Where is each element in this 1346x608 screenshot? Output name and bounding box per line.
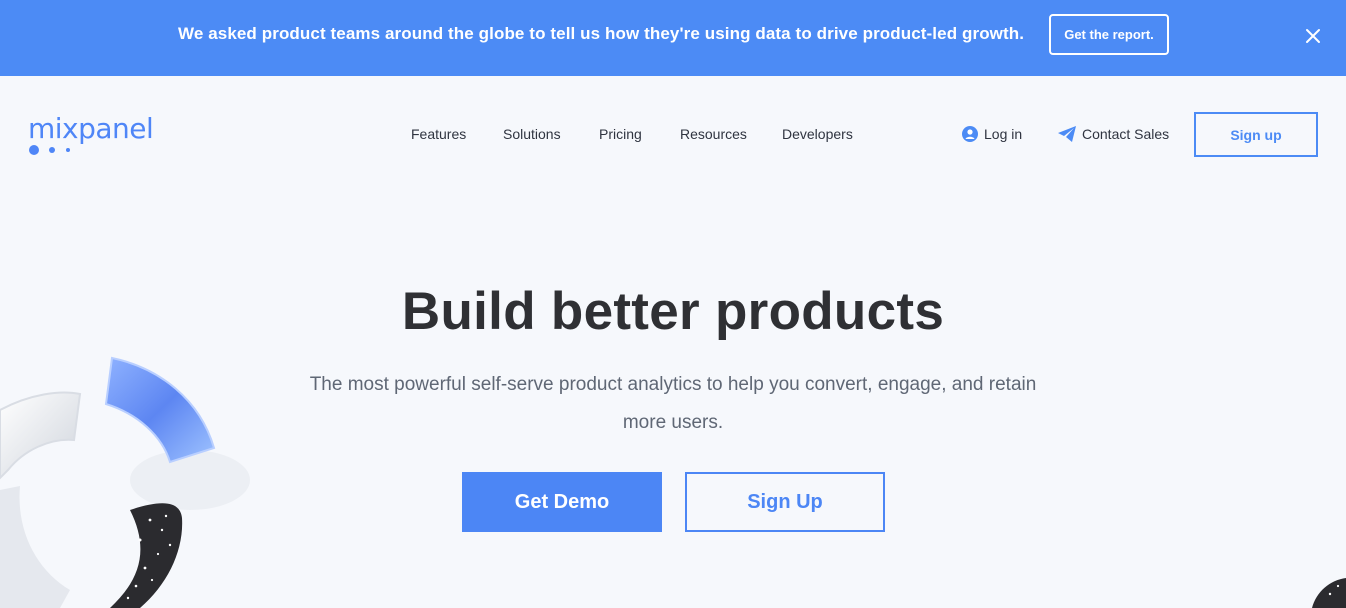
logo-text: mixpanel xyxy=(28,112,154,145)
nav-pricing[interactable]: Pricing xyxy=(599,126,642,142)
contact-sales-label: Contact Sales xyxy=(1082,126,1170,142)
mixpanel-logo[interactable]: mixpanel xyxy=(28,112,158,160)
header-signup-button[interactable]: Sign up xyxy=(1194,112,1318,157)
login-link[interactable]: Log in xyxy=(962,126,1022,142)
decorative-corner-shape xyxy=(1312,578,1346,608)
hero-subtitle-line1: The most powerful self-serve product ana… xyxy=(309,374,1037,395)
nav-resources[interactable]: Resources xyxy=(680,126,747,142)
decorative-ring-illustration xyxy=(0,356,250,608)
announcement-banner: We asked product teams around the globe … xyxy=(0,0,1346,76)
user-icon xyxy=(962,126,978,142)
banner-text: We asked product teams around the globe … xyxy=(178,24,1025,43)
get-demo-button[interactable]: Get Demo xyxy=(462,472,662,532)
close-icon[interactable] xyxy=(1303,26,1323,46)
login-label: Log in xyxy=(984,126,1023,142)
nav-solutions[interactable]: Solutions xyxy=(503,126,561,142)
paper-plane-icon xyxy=(1058,126,1076,142)
logo-dots-icon xyxy=(29,145,70,155)
nav-developers[interactable]: Developers xyxy=(782,126,853,142)
hero-subtitle-line2: more users. xyxy=(622,412,724,433)
contact-sales-link[interactable]: Contact Sales xyxy=(1058,126,1169,142)
hero-signup-button[interactable]: Sign Up xyxy=(685,472,885,532)
nav-features[interactable]: Features xyxy=(411,126,466,142)
hero-subtitle: The most powerful self-serve product ana… xyxy=(263,366,1083,442)
get-report-button[interactable]: Get the report. xyxy=(1049,14,1169,55)
hero-title: Build better products xyxy=(401,282,945,341)
